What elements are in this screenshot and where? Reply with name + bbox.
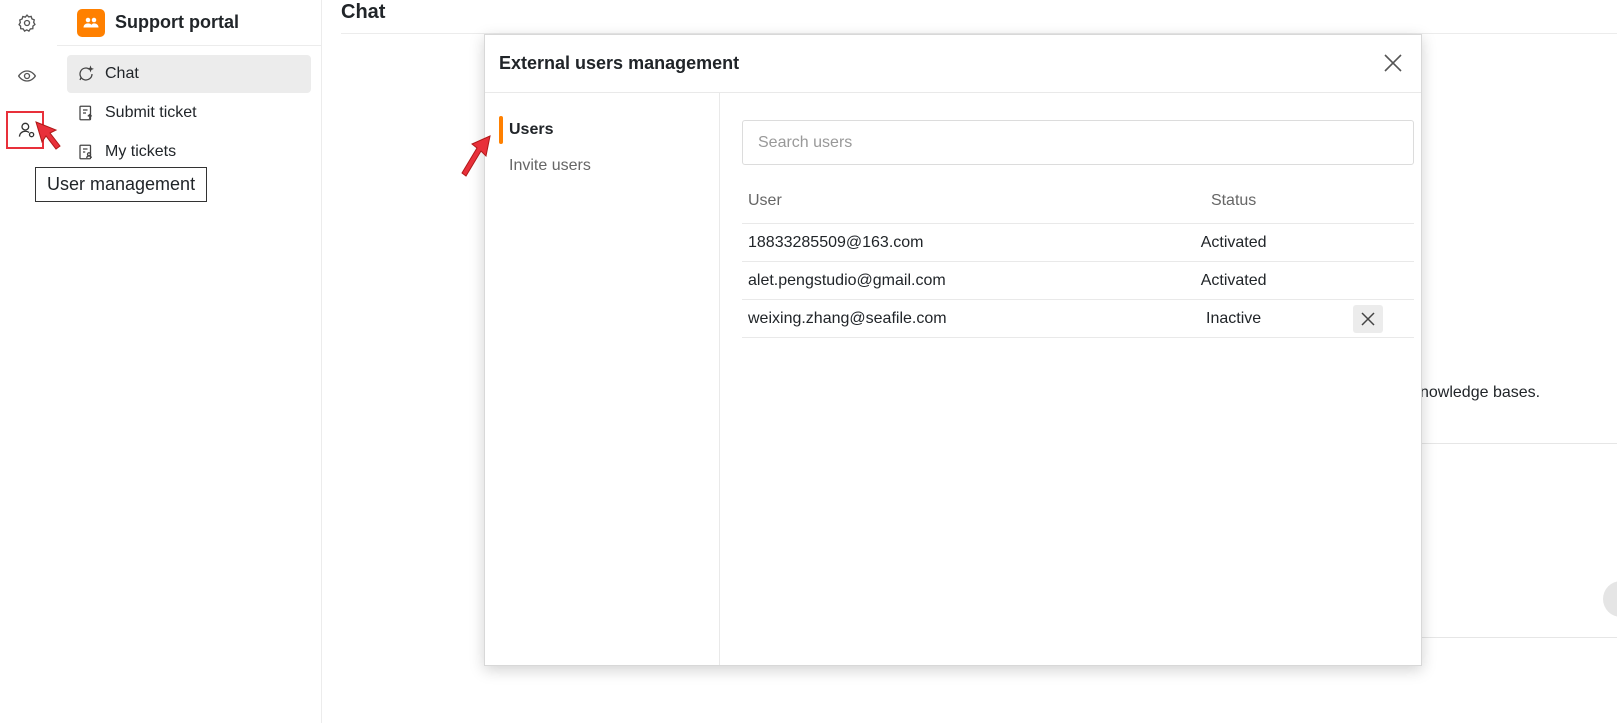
close-button[interactable]: [1377, 47, 1409, 79]
sidebar-item-label: Chat: [105, 65, 139, 82]
divider: [1420, 443, 1617, 444]
close-icon: [1384, 54, 1402, 72]
user-status: Activated: [1200, 233, 1267, 251]
tab-invite-users[interactable]: Invite users: [499, 152, 591, 180]
external-users-modal: External users management Users Invite u…: [484, 34, 1422, 666]
scroll-button[interactable]: [1603, 581, 1617, 617]
tab-label: Users: [509, 121, 554, 138]
sidebar-item-submit-ticket[interactable]: Submit ticket: [67, 94, 311, 132]
close-icon: [1361, 311, 1375, 326]
column-header-user: User: [748, 192, 782, 209]
modal-header: External users management: [485, 35, 1421, 93]
annotation-arrow-icon: [35, 121, 61, 150]
table-row: 18833285509@163.com Activated: [742, 224, 1414, 262]
gear-icon: [18, 14, 36, 32]
ticket-icon: [79, 105, 93, 121]
sidebar-item-label: My tickets: [105, 143, 177, 160]
sidebar-title: Support portal: [115, 12, 239, 32]
user-email: alet.pengstudio@gmail.com: [748, 271, 946, 289]
sidebar-nav: Chat Submit ticket My tickets: [67, 55, 311, 172]
sidebar-item-my-tickets[interactable]: My tickets: [67, 133, 311, 171]
users-panel: User Status 18833285509@163.com Activate…: [742, 120, 1414, 338]
eye-icon: [17, 70, 37, 82]
search-input[interactable]: [742, 120, 1414, 165]
tab-label: Invite users: [509, 157, 591, 174]
modal-title: External users management: [499, 53, 740, 73]
table-row: weixing.zhang@seafile.com Inactive: [742, 300, 1414, 338]
portal-logo: [77, 8, 105, 37]
sidebar-header: Support portal: [57, 0, 321, 46]
sidebar: Support portal Chat Submit ticket My tic…: [57, 0, 322, 723]
sidebar-item-label: Submit ticket: [105, 104, 197, 121]
table-header: User Status: [742, 179, 1414, 224]
delete-user-button[interactable]: [1353, 304, 1384, 333]
users-logo-icon: [83, 17, 99, 27]
settings-button[interactable]: [10, 6, 44, 40]
column-header-status: Status: [1210, 192, 1257, 209]
annotation-arrow-icon: [461, 135, 491, 177]
background-text: nowledge bases.: [1420, 384, 1541, 401]
icon-rail: [0, 0, 58, 723]
user-email: 18833285509@163.com: [748, 233, 924, 251]
modal-side-nav: Users Invite users: [485, 92, 720, 665]
user-email: weixing.zhang@seafile.com: [748, 309, 947, 327]
user-status: Activated: [1200, 271, 1267, 289]
sidebar-item-chat[interactable]: Chat: [67, 55, 311, 93]
divider: [1420, 637, 1617, 638]
my-tickets-icon: [79, 144, 92, 160]
chat-icon: [79, 65, 94, 81]
page-title: Chat: [341, 1, 386, 23]
users-table: User Status 18833285509@163.com Activate…: [742, 179, 1414, 338]
tab-users[interactable]: Users: [499, 116, 553, 144]
user-management-tooltip: User management: [35, 167, 208, 202]
preview-button[interactable]: [10, 59, 44, 93]
table-row: alet.pengstudio@gmail.com Activated: [742, 262, 1414, 300]
user-status: Inactive: [1206, 309, 1262, 327]
row-operations: [1323, 304, 1414, 333]
